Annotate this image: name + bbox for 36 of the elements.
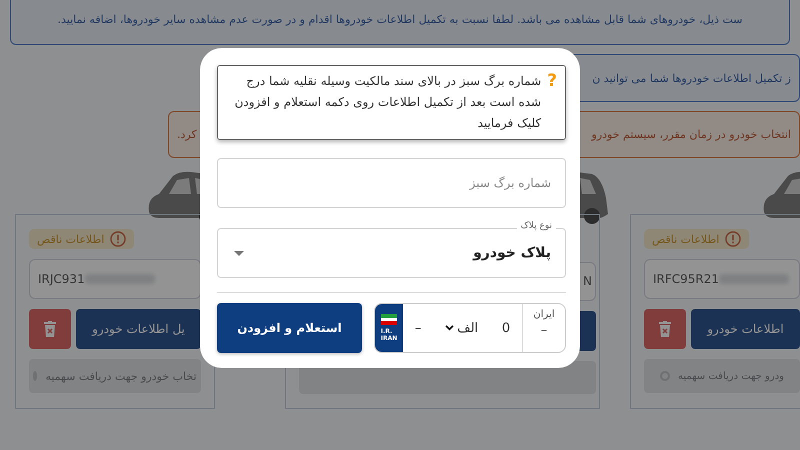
select-value: پلاک خودرو [473,245,551,261]
trash-icon [659,321,671,337]
vin-text: IRJC931 [38,272,85,286]
flag-icon [381,314,397,325]
notice-text: انتخاب خودرو در زمان مقرر، سیستم خودرو [592,128,791,141]
notice-text: ز تکمیل اطلاعات خودروها شما می توانید ن [592,72,791,84]
inquire-add-button[interactable]: استعلام و افزودن [217,303,362,353]
warning-icon [725,231,742,247]
complete-info-button[interactable]: اطلاعات خودرو [691,309,800,349]
badge-text: اطلاعات ناقص [652,232,720,246]
select-vehicle-text: ودرو جهت دریافت سهمیه [678,370,784,382]
badge-text: اطلاعات ناقص [37,232,104,246]
letter-text: الف [457,320,478,336]
caret-icon [234,250,244,256]
plate-letter-select[interactable]: الف [445,320,478,336]
notice-text: ست ذیل، خودروهای شما قابل مشاهده می باشد. لطفا نسبت به تکمیل اطلاعات خودروها اقدام و در صورت عدم مشاهده سایر خودروها، اضافه نمایید. [58,13,742,26]
plate-digits-field[interactable]: 0 [502,320,510,336]
question-icon: ? [547,71,557,92]
complete-info-button[interactable]: یل اطلاعات خودرو [76,309,201,349]
chevron-icon [445,325,454,331]
region-code-field[interactable]: – [540,323,548,338]
notice-text: کرد. [177,128,197,141]
select-vehicle-text: تخاب خودرو جهت دریافت سهمیه [45,370,197,382]
certificate-number-field[interactable]: شماره برگ سبز [217,158,566,208]
vin-text: IRFC95R21 [653,272,720,286]
vin-field[interactable]: IRFC95R21 [644,259,800,299]
delete-button[interactable] [644,309,686,349]
trash-icon [44,321,56,337]
vin-text: N [583,274,592,288]
vin-field[interactable]: IRJC931 [29,259,201,299]
floating-label: نوع پلاک [516,221,556,231]
hint-text: شماره برگ سبز در بالای سند مالکیت وسیله نقلیه شما درج شده است بعد از تکمیل اطلاعات روی دکمه استعلام و افزودن کلیک فرمایید [234,73,542,132]
region-label: ایران [533,309,555,320]
plate-digits-field[interactable]: – [414,320,422,336]
delete-button[interactable] [29,309,71,349]
warning-icon [110,231,126,247]
